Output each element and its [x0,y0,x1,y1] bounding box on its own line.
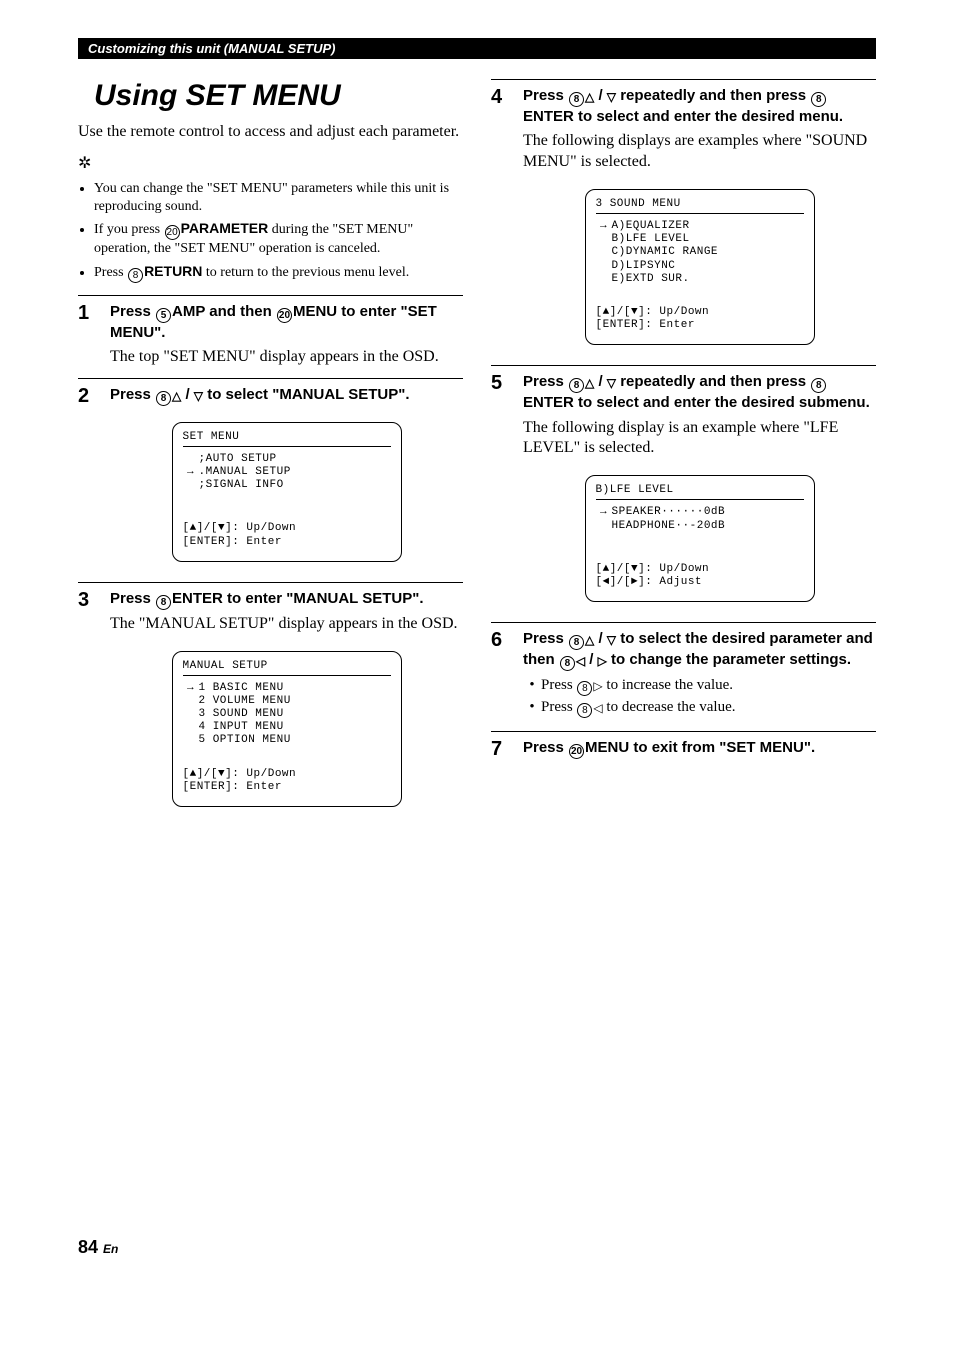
hint-icon: ✲ [78,153,91,173]
button-ref-label: ENTER [523,108,574,125]
osd-hints: [▲]/[▼]: Up/Down [◄]/[►]: Adjust [596,563,804,589]
button-ref-number: 20 [165,225,180,240]
step-6: 6 Press 8 / to select the desired parame… [491,622,876,721]
page-title: Using SET MENU [78,79,463,113]
step-4: 4 Press 8 / repeatedly and then press 8E… [491,79,876,355]
osd-display: B)LFE LEVEL →SPEAKER······0dB HEADPHONE·… [585,475,815,602]
step-7: 7 Press 20MENU to exit from "SET MENU". [491,731,876,761]
down-icon [607,630,616,647]
osd-display: 3 SOUND MENU →A)EQUALIZER B)LFE LEVEL C)… [585,189,815,346]
step-sub-item: • Press 8 to decrease the value. [523,699,876,718]
osd-display: SET MENU ;AUTO SETUP →.MANUAL SETUP ;SIG… [172,422,402,562]
osd-cursor-icon: → [183,682,199,695]
button-ref-number: 8 [569,92,584,107]
step-2: 2 Press 8 / to select "MANUAL SETUP". SE… [78,378,463,572]
button-ref-number: 8 [577,703,592,718]
osd-display: MANUAL SETUP →1 BASIC MENU 2 VOLUME MENU… [172,651,402,808]
step-description: The following displays are examples wher… [523,131,876,173]
step-sub-item: • Press 8 to increase the value. [523,677,876,696]
step-description: The following display is an example wher… [523,418,876,460]
step-heading: Press 8 / to select the desired paramete… [523,629,876,671]
step-3: 3 Press 8ENTER to enter "MANUAL SETUP". … [78,582,463,817]
button-ref-number: 8 [156,391,171,406]
button-ref-number: 5 [156,308,171,323]
button-ref-number: 8 [569,635,584,650]
button-ref-number: 20 [277,308,292,323]
button-ref-number: 8 [569,378,584,393]
step-description: The "MANUAL SETUP" display appears in th… [110,614,463,635]
note-item: You can change the "SET MENU" parameters… [94,180,463,216]
up-icon [585,630,594,647]
right-icon [598,651,607,668]
button-ref-label: ENTER [172,590,223,607]
down-icon [607,373,616,390]
note-item: If you press 20PARAMETER during the "SET… [94,219,463,258]
right-column: 4 Press 8 / repeatedly and then press 8E… [491,79,876,817]
right-icon [593,677,602,693]
step-number: 7 [491,738,523,761]
button-ref-number: 8 [560,656,575,671]
button-ref-label: MENU [293,303,337,320]
osd-title: SET MENU [183,431,391,447]
left-icon [593,699,602,715]
down-icon [607,87,616,104]
down-icon [194,386,203,403]
button-ref-number: 8 [577,681,592,696]
section-header-bar: Customizing this unit (MANUAL SETUP) [78,38,876,59]
button-ref-number: 8 [156,595,171,610]
button-ref-number: 8 [811,92,826,107]
up-icon [172,386,181,403]
button-ref-label: AMP [172,303,205,320]
up-icon [585,373,594,390]
intro-text: Use the remote control to access and adj… [78,123,463,141]
notes-list: You can change the "SET MENU" parameters… [78,180,463,283]
osd-hints: [▲]/[▼]: Up/Down [ENTER]: Enter [596,306,804,332]
step-heading: Press 5AMP and then 20MENU to enter "SET… [110,302,463,343]
osd-hints: [▲]/[▼]: Up/Down [ENTER]: Enter [183,768,391,794]
osd-cursor-icon: → [596,506,612,519]
osd-cursor-icon: → [183,466,199,479]
step-number: 5 [491,372,523,612]
step-number: 3 [78,589,110,817]
step-heading: Press 8 / repeatedly and then press 8ENT… [523,372,876,413]
button-ref-number: 8 [128,268,143,283]
step-heading: Press 20MENU to exit from "SET MENU". [523,738,876,759]
left-column: Using SET MENU Use the remote control to… [78,79,463,817]
left-icon [576,651,585,668]
step-number: 2 [78,385,110,572]
note-item: Press 8RETURN to return to the previous … [94,262,463,283]
osd-cursor-icon: → [596,220,612,233]
button-ref-number: 20 [569,744,584,759]
button-ref-label: MENU [585,739,629,756]
button-ref-label: RETURN [144,263,202,279]
button-ref-label: ENTER [523,394,574,411]
step-heading: Press 8 / repeatedly and then press 8ENT… [523,86,876,127]
step-description: The top "SET MENU" display appears in th… [110,347,463,368]
step-5: 5 Press 8 / repeatedly and then press 8E… [491,365,876,612]
osd-title: MANUAL SETUP [183,660,391,676]
button-ref-number: 8 [811,378,826,393]
step-heading: Press 8ENTER to enter "MANUAL SETUP". [110,589,463,610]
button-ref-label: PARAMETER [181,220,269,236]
step-heading: Press 8 / to select "MANUAL SETUP". [110,385,463,406]
page-number: 84 En [78,1237,876,1258]
step-number: 1 [78,302,110,368]
step-number: 4 [491,86,523,355]
up-icon [585,87,594,104]
step-number: 6 [491,629,523,721]
osd-title: B)LFE LEVEL [596,484,804,500]
step-1: 1 Press 5AMP and then 20MENU to enter "S… [78,295,463,368]
osd-title: 3 SOUND MENU [596,198,804,214]
osd-hints: [▲]/[▼]: Up/Down [ENTER]: Enter [183,522,391,548]
